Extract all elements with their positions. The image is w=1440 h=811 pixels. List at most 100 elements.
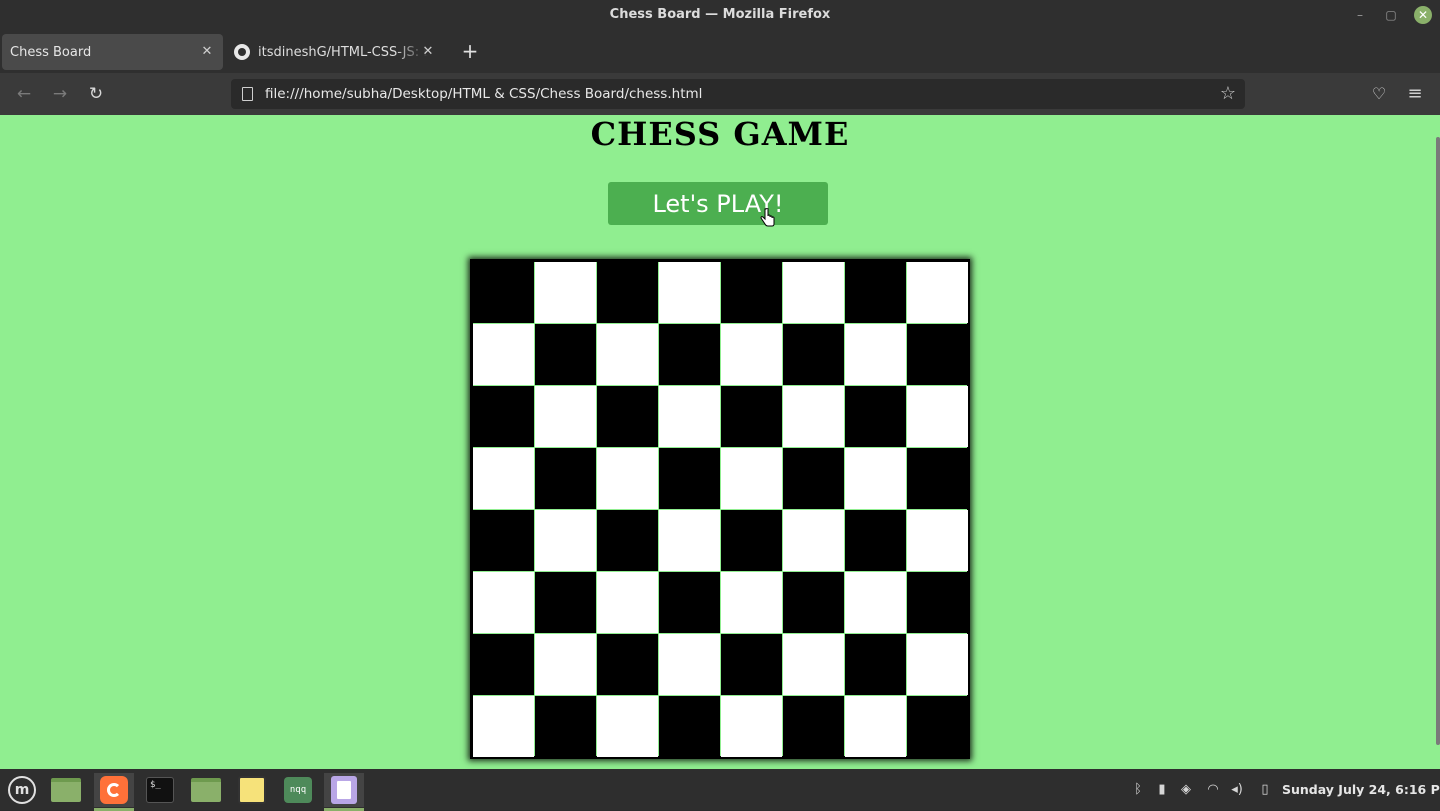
board-square-dark[interactable] bbox=[907, 696, 968, 757]
board-square-dark[interactable] bbox=[845, 262, 906, 323]
board-square-light[interactable] bbox=[783, 634, 844, 695]
board-square-dark[interactable] bbox=[473, 262, 534, 323]
board-square-dark[interactable] bbox=[721, 634, 782, 695]
taskbar-files-2[interactable] bbox=[186, 773, 226, 807]
board-square-dark[interactable] bbox=[535, 572, 596, 633]
board-square-dark[interactable] bbox=[845, 634, 906, 695]
board-square-dark[interactable] bbox=[783, 324, 844, 385]
board-square-dark[interactable] bbox=[659, 448, 720, 509]
url-text[interactable]: file:///home/subha/Desktop/HTML & CSS/Ch… bbox=[265, 86, 702, 102]
board-square-dark[interactable] bbox=[597, 262, 658, 323]
text-editor-icon bbox=[331, 776, 357, 804]
address-bar[interactable]: file:///home/subha/Desktop/HTML & CSS/Ch… bbox=[231, 79, 1245, 109]
board-square-dark[interactable] bbox=[783, 448, 844, 509]
navigation-toolbar: ← → ↻ file:///home/subha/Desktop/HTML & … bbox=[0, 73, 1440, 115]
board-square-dark[interactable] bbox=[535, 696, 596, 757]
taskbar-files[interactable] bbox=[46, 773, 86, 807]
board-square-light[interactable] bbox=[659, 634, 720, 695]
board-square-light[interactable] bbox=[783, 262, 844, 323]
board-square-light[interactable] bbox=[473, 572, 534, 633]
board-square-dark[interactable] bbox=[783, 572, 844, 633]
board-square-dark[interactable] bbox=[783, 696, 844, 757]
board-square-dark[interactable] bbox=[721, 386, 782, 447]
tab-chess-board[interactable]: Chess Board ✕ bbox=[2, 34, 223, 70]
bookmark-star-icon[interactable]: ☆ bbox=[1217, 83, 1239, 104]
reload-button[interactable]: ↻ bbox=[85, 83, 107, 105]
board-square-light[interactable] bbox=[845, 696, 906, 757]
board-square-light[interactable] bbox=[907, 510, 968, 571]
board-square-dark[interactable] bbox=[659, 696, 720, 757]
board-square-light[interactable] bbox=[535, 262, 596, 323]
clock[interactable]: Sunday July 24, 6:16 PM bbox=[1282, 782, 1440, 797]
board-square-light[interactable] bbox=[721, 572, 782, 633]
board-square-light[interactable] bbox=[659, 510, 720, 571]
board-square-light[interactable] bbox=[597, 696, 658, 757]
close-window-icon[interactable]: ✕ bbox=[1414, 6, 1432, 24]
wifi-icon[interactable]: ◠ bbox=[1205, 781, 1221, 799]
board-square-light[interactable] bbox=[721, 324, 782, 385]
taskbar-notepadqq[interactable]: nqq bbox=[278, 773, 318, 807]
shield-icon[interactable]: ◈ bbox=[1178, 781, 1194, 799]
board-square-light[interactable] bbox=[597, 324, 658, 385]
board-square-light[interactable] bbox=[597, 448, 658, 509]
page-scrollbar[interactable] bbox=[1436, 137, 1440, 745]
board-square-light[interactable] bbox=[845, 324, 906, 385]
board-square-light[interactable] bbox=[907, 262, 968, 323]
taskbar-firefox[interactable] bbox=[94, 773, 134, 811]
board-square-light[interactable] bbox=[907, 634, 968, 695]
board-square-dark[interactable] bbox=[845, 386, 906, 447]
close-tab-icon[interactable]: ✕ bbox=[199, 44, 215, 59]
hamburger-menu-icon[interactable]: ≡ bbox=[1405, 84, 1425, 104]
board-square-light[interactable] bbox=[659, 262, 720, 323]
tab-github-repo[interactable]: itsdineshG/HTML-CSS-JS: Le ✕ bbox=[226, 34, 444, 70]
board-square-light[interactable] bbox=[535, 386, 596, 447]
start-menu-button[interactable]: m bbox=[2, 773, 42, 807]
board-square-light[interactable] bbox=[783, 386, 844, 447]
board-square-dark[interactable] bbox=[845, 510, 906, 571]
taskbar-sticky-notes[interactable] bbox=[232, 773, 272, 807]
board-square-dark[interactable] bbox=[721, 262, 782, 323]
board-square-light[interactable] bbox=[907, 386, 968, 447]
lets-play-button[interactable]: Let's PLAY! bbox=[608, 182, 828, 225]
board-square-dark[interactable] bbox=[535, 324, 596, 385]
taskbar-text-editor[interactable] bbox=[324, 773, 364, 811]
board-square-dark[interactable] bbox=[473, 510, 534, 571]
board-square-light[interactable] bbox=[535, 634, 596, 695]
board-square-dark[interactable] bbox=[907, 324, 968, 385]
board-square-dark[interactable] bbox=[597, 634, 658, 695]
battery-icon[interactable]: ▯ bbox=[1257, 781, 1273, 799]
board-square-dark[interactable] bbox=[597, 386, 658, 447]
board-square-light[interactable] bbox=[783, 510, 844, 571]
clipboard-icon[interactable]: ▮ bbox=[1154, 781, 1170, 799]
new-tab-button[interactable]: + bbox=[459, 40, 481, 62]
board-square-light[interactable] bbox=[659, 386, 720, 447]
board-square-dark[interactable] bbox=[907, 448, 968, 509]
board-square-light[interactable] bbox=[473, 448, 534, 509]
board-square-dark[interactable] bbox=[473, 386, 534, 447]
forward-button[interactable]: → bbox=[49, 83, 71, 105]
pocket-icon[interactable]: ♡ bbox=[1369, 84, 1389, 104]
volume-icon[interactable]: ◂) bbox=[1229, 781, 1245, 799]
page-icon bbox=[242, 87, 253, 101]
board-square-light[interactable] bbox=[473, 324, 534, 385]
board-square-light[interactable] bbox=[473, 696, 534, 757]
minimize-icon[interactable]: – bbox=[1351, 6, 1369, 24]
board-square-dark[interactable] bbox=[907, 572, 968, 633]
taskbar-terminal[interactable]: $_ bbox=[140, 773, 180, 807]
board-square-light[interactable] bbox=[845, 572, 906, 633]
board-square-dark[interactable] bbox=[721, 510, 782, 571]
board-square-dark[interactable] bbox=[473, 634, 534, 695]
board-square-dark[interactable] bbox=[597, 510, 658, 571]
board-square-dark[interactable] bbox=[659, 572, 720, 633]
close-tab-icon[interactable]: ✕ bbox=[420, 44, 436, 59]
board-square-dark[interactable] bbox=[535, 448, 596, 509]
back-button[interactable]: ← bbox=[13, 83, 35, 105]
board-square-light[interactable] bbox=[597, 572, 658, 633]
bluetooth-icon[interactable]: ᛒ bbox=[1130, 781, 1146, 799]
board-square-light[interactable] bbox=[535, 510, 596, 571]
board-square-light[interactable] bbox=[721, 448, 782, 509]
board-square-light[interactable] bbox=[721, 696, 782, 757]
board-square-light[interactable] bbox=[845, 448, 906, 509]
maximize-icon[interactable]: ▢ bbox=[1382, 6, 1400, 24]
board-square-dark[interactable] bbox=[659, 324, 720, 385]
